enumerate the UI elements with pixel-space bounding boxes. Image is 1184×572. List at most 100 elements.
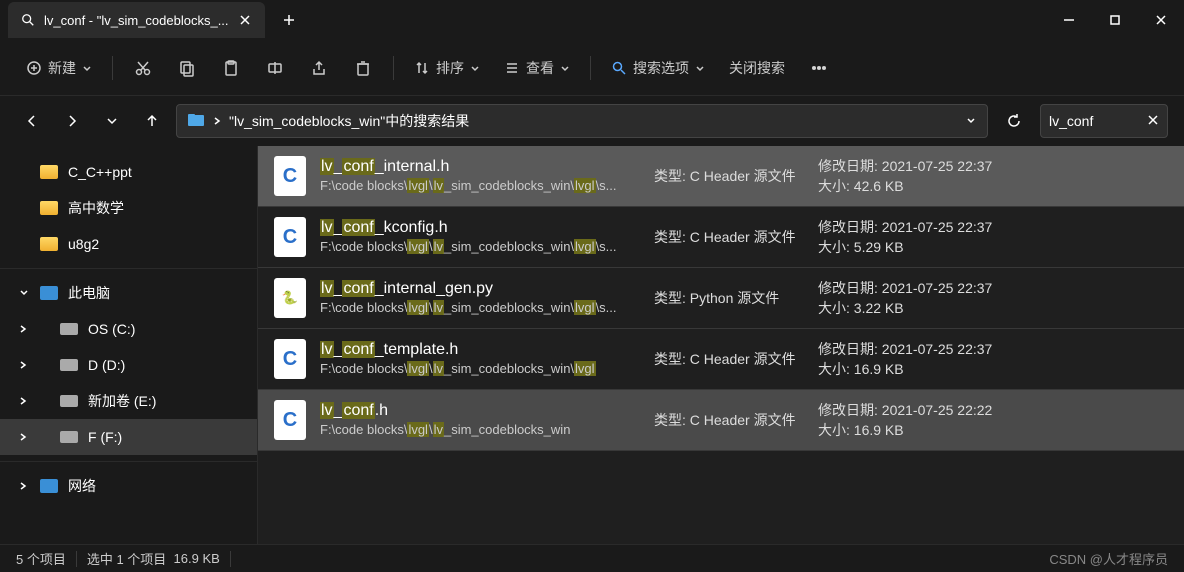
- forward-button[interactable]: [56, 105, 88, 137]
- file-type: 类型: C Header 源文件: [654, 349, 804, 369]
- disk-icon: [60, 395, 78, 407]
- chevron-right-icon[interactable]: [18, 357, 28, 373]
- file-date: 修改日期: 2021-07-25 22:37: [818, 278, 992, 298]
- filename: lv_conf_internal.h: [320, 157, 640, 178]
- chevron-right-icon[interactable]: [18, 429, 28, 445]
- result-row[interactable]: 🐍lv_conf_internal_gen.pyF:\code blocks\l…: [258, 268, 1184, 329]
- chevron-down-icon[interactable]: [18, 285, 30, 301]
- separator: [393, 56, 394, 80]
- sidebar-folder[interactable]: u8g2: [0, 226, 257, 262]
- filename: lv_conf_template.h: [320, 340, 640, 361]
- name-path: lv_conf_template.hF:\code blocks\lvgl\lv…: [320, 340, 640, 378]
- sidebar: C_C++ppt 高中数学 u8g2 此电脑 OS (C:) D (D:) 新加…: [0, 146, 258, 544]
- chevron-right-icon[interactable]: [18, 321, 28, 337]
- new-tab-button[interactable]: [273, 4, 305, 36]
- view-button[interactable]: 查看: [494, 50, 580, 86]
- chevron-down-icon: [695, 63, 705, 73]
- file-meta: 修改日期: 2021-07-25 22:37大小: 16.9 KB: [818, 339, 992, 379]
- back-button[interactable]: [16, 105, 48, 137]
- main-area: C_C++ppt 高中数学 u8g2 此电脑 OS (C:) D (D:) 新加…: [0, 146, 1184, 544]
- separator: [0, 461, 257, 462]
- network-icon: [40, 479, 58, 493]
- drive-label: OS (C:): [88, 321, 135, 337]
- file-type: 类型: Python 源文件: [654, 288, 804, 308]
- result-row[interactable]: Clv_conf_kconfig.hF:\code blocks\lvgl\lv…: [258, 207, 1184, 268]
- result-row[interactable]: Clv_conf_template.hF:\code blocks\lvgl\l…: [258, 329, 1184, 390]
- up-button[interactable]: [136, 105, 168, 137]
- recent-button[interactable]: [96, 105, 128, 137]
- address-text: "lv_sim_codeblocks_win"中的搜索结果: [229, 111, 469, 131]
- new-label: 新建: [48, 58, 76, 78]
- network-label: 网络: [68, 476, 96, 496]
- filepath: F:\code blocks\lvgl\lv_sim_codeblocks_wi…: [320, 239, 640, 256]
- file-date: 修改日期: 2021-07-25 22:37: [818, 156, 992, 176]
- separator: [590, 56, 591, 80]
- sort-label: 排序: [436, 58, 464, 78]
- file-size: 大小: 16.9 KB: [818, 359, 992, 379]
- search-icon: [20, 12, 36, 28]
- result-row[interactable]: Clv_conf.hF:\code blocks\lvgl\lv_sim_cod…: [258, 390, 1184, 451]
- navbar: "lv_sim_codeblocks_win"中的搜索结果: [0, 96, 1184, 146]
- current-tab[interactable]: lv_conf - "lv_sim_codeblocks_...: [8, 2, 265, 38]
- folder-icon: [40, 165, 58, 179]
- maximize-button[interactable]: [1092, 0, 1138, 40]
- folder-label: C_C++ppt: [68, 164, 132, 180]
- c-file-icon: C: [274, 156, 306, 196]
- chevron-down-icon: [82, 63, 92, 73]
- sidebar-folder[interactable]: C_C++ppt: [0, 154, 257, 190]
- filepath: F:\code blocks\lvgl\lv_sim_codeblocks_wi…: [320, 178, 640, 195]
- search-box[interactable]: [1040, 104, 1168, 138]
- name-path: lv_conf.hF:\code blocks\lvgl\lv_sim_code…: [320, 401, 640, 439]
- filename: lv_conf.h: [320, 401, 640, 422]
- drive-label: D (D:): [88, 357, 125, 373]
- paste-button[interactable]: [211, 50, 251, 86]
- sidebar-drive[interactable]: D (D:): [0, 347, 257, 383]
- chevron-right-icon[interactable]: [18, 478, 28, 494]
- cut-button[interactable]: [123, 50, 163, 86]
- this-pc-label: 此电脑: [68, 283, 110, 303]
- tab-title: lv_conf - "lv_sim_codeblocks_...: [44, 13, 229, 28]
- disk-icon: [60, 431, 78, 443]
- chevron-right-icon[interactable]: [18, 393, 28, 409]
- computer-icon: [40, 286, 58, 300]
- file-size: 大小: 5.29 KB: [818, 237, 992, 257]
- sort-button[interactable]: 排序: [404, 50, 490, 86]
- close-search-button[interactable]: 关闭搜索: [719, 50, 795, 86]
- chevron-down-icon[interactable]: [965, 113, 977, 129]
- sidebar-this-pc[interactable]: 此电脑: [0, 275, 257, 311]
- clear-search-icon[interactable]: [1147, 113, 1159, 129]
- result-row[interactable]: Clv_conf_internal.hF:\code blocks\lvgl\l…: [258, 146, 1184, 207]
- search-options-button[interactable]: 搜索选项: [601, 50, 715, 86]
- filepath: F:\code blocks\lvgl\lv_sim_codeblocks_wi…: [320, 422, 640, 439]
- drive-label: F (F:): [88, 429, 122, 445]
- folder-icon: [187, 113, 205, 130]
- filename: lv_conf_kconfig.h: [320, 218, 640, 239]
- file-type: 类型: C Header 源文件: [654, 227, 804, 247]
- address-bar[interactable]: "lv_sim_codeblocks_win"中的搜索结果: [176, 104, 988, 138]
- status-size: 16.9 KB: [174, 551, 220, 566]
- rename-button[interactable]: [255, 50, 295, 86]
- minimize-button[interactable]: [1046, 0, 1092, 40]
- close-button[interactable]: [1138, 0, 1184, 40]
- refresh-button[interactable]: [996, 104, 1032, 138]
- file-meta: 修改日期: 2021-07-25 22:22大小: 16.9 KB: [818, 400, 992, 440]
- sidebar-drive[interactable]: OS (C:): [0, 311, 257, 347]
- sidebar-drive[interactable]: F (F:): [0, 419, 257, 455]
- filepath: F:\code blocks\lvgl\lv_sim_codeblocks_wi…: [320, 300, 640, 317]
- file-date: 修改日期: 2021-07-25 22:37: [818, 339, 992, 359]
- sidebar-network[interactable]: 网络: [0, 468, 257, 504]
- search-input[interactable]: [1049, 113, 1141, 129]
- chevron-right-icon: [213, 113, 221, 129]
- delete-button[interactable]: [343, 50, 383, 86]
- sidebar-drive[interactable]: 新加卷 (E:): [0, 383, 257, 419]
- drive-label: 新加卷 (E:): [88, 391, 156, 411]
- copy-button[interactable]: [167, 50, 207, 86]
- filename: lv_conf_internal_gen.py: [320, 279, 640, 300]
- new-button[interactable]: 新建: [16, 50, 102, 86]
- more-button[interactable]: [799, 50, 839, 86]
- share-button[interactable]: [299, 50, 339, 86]
- file-type: 类型: C Header 源文件: [654, 410, 804, 430]
- close-icon[interactable]: [237, 12, 253, 28]
- sidebar-folder[interactable]: 高中数学: [0, 190, 257, 226]
- name-path: lv_conf_kconfig.hF:\code blocks\lvgl\lv_…: [320, 218, 640, 256]
